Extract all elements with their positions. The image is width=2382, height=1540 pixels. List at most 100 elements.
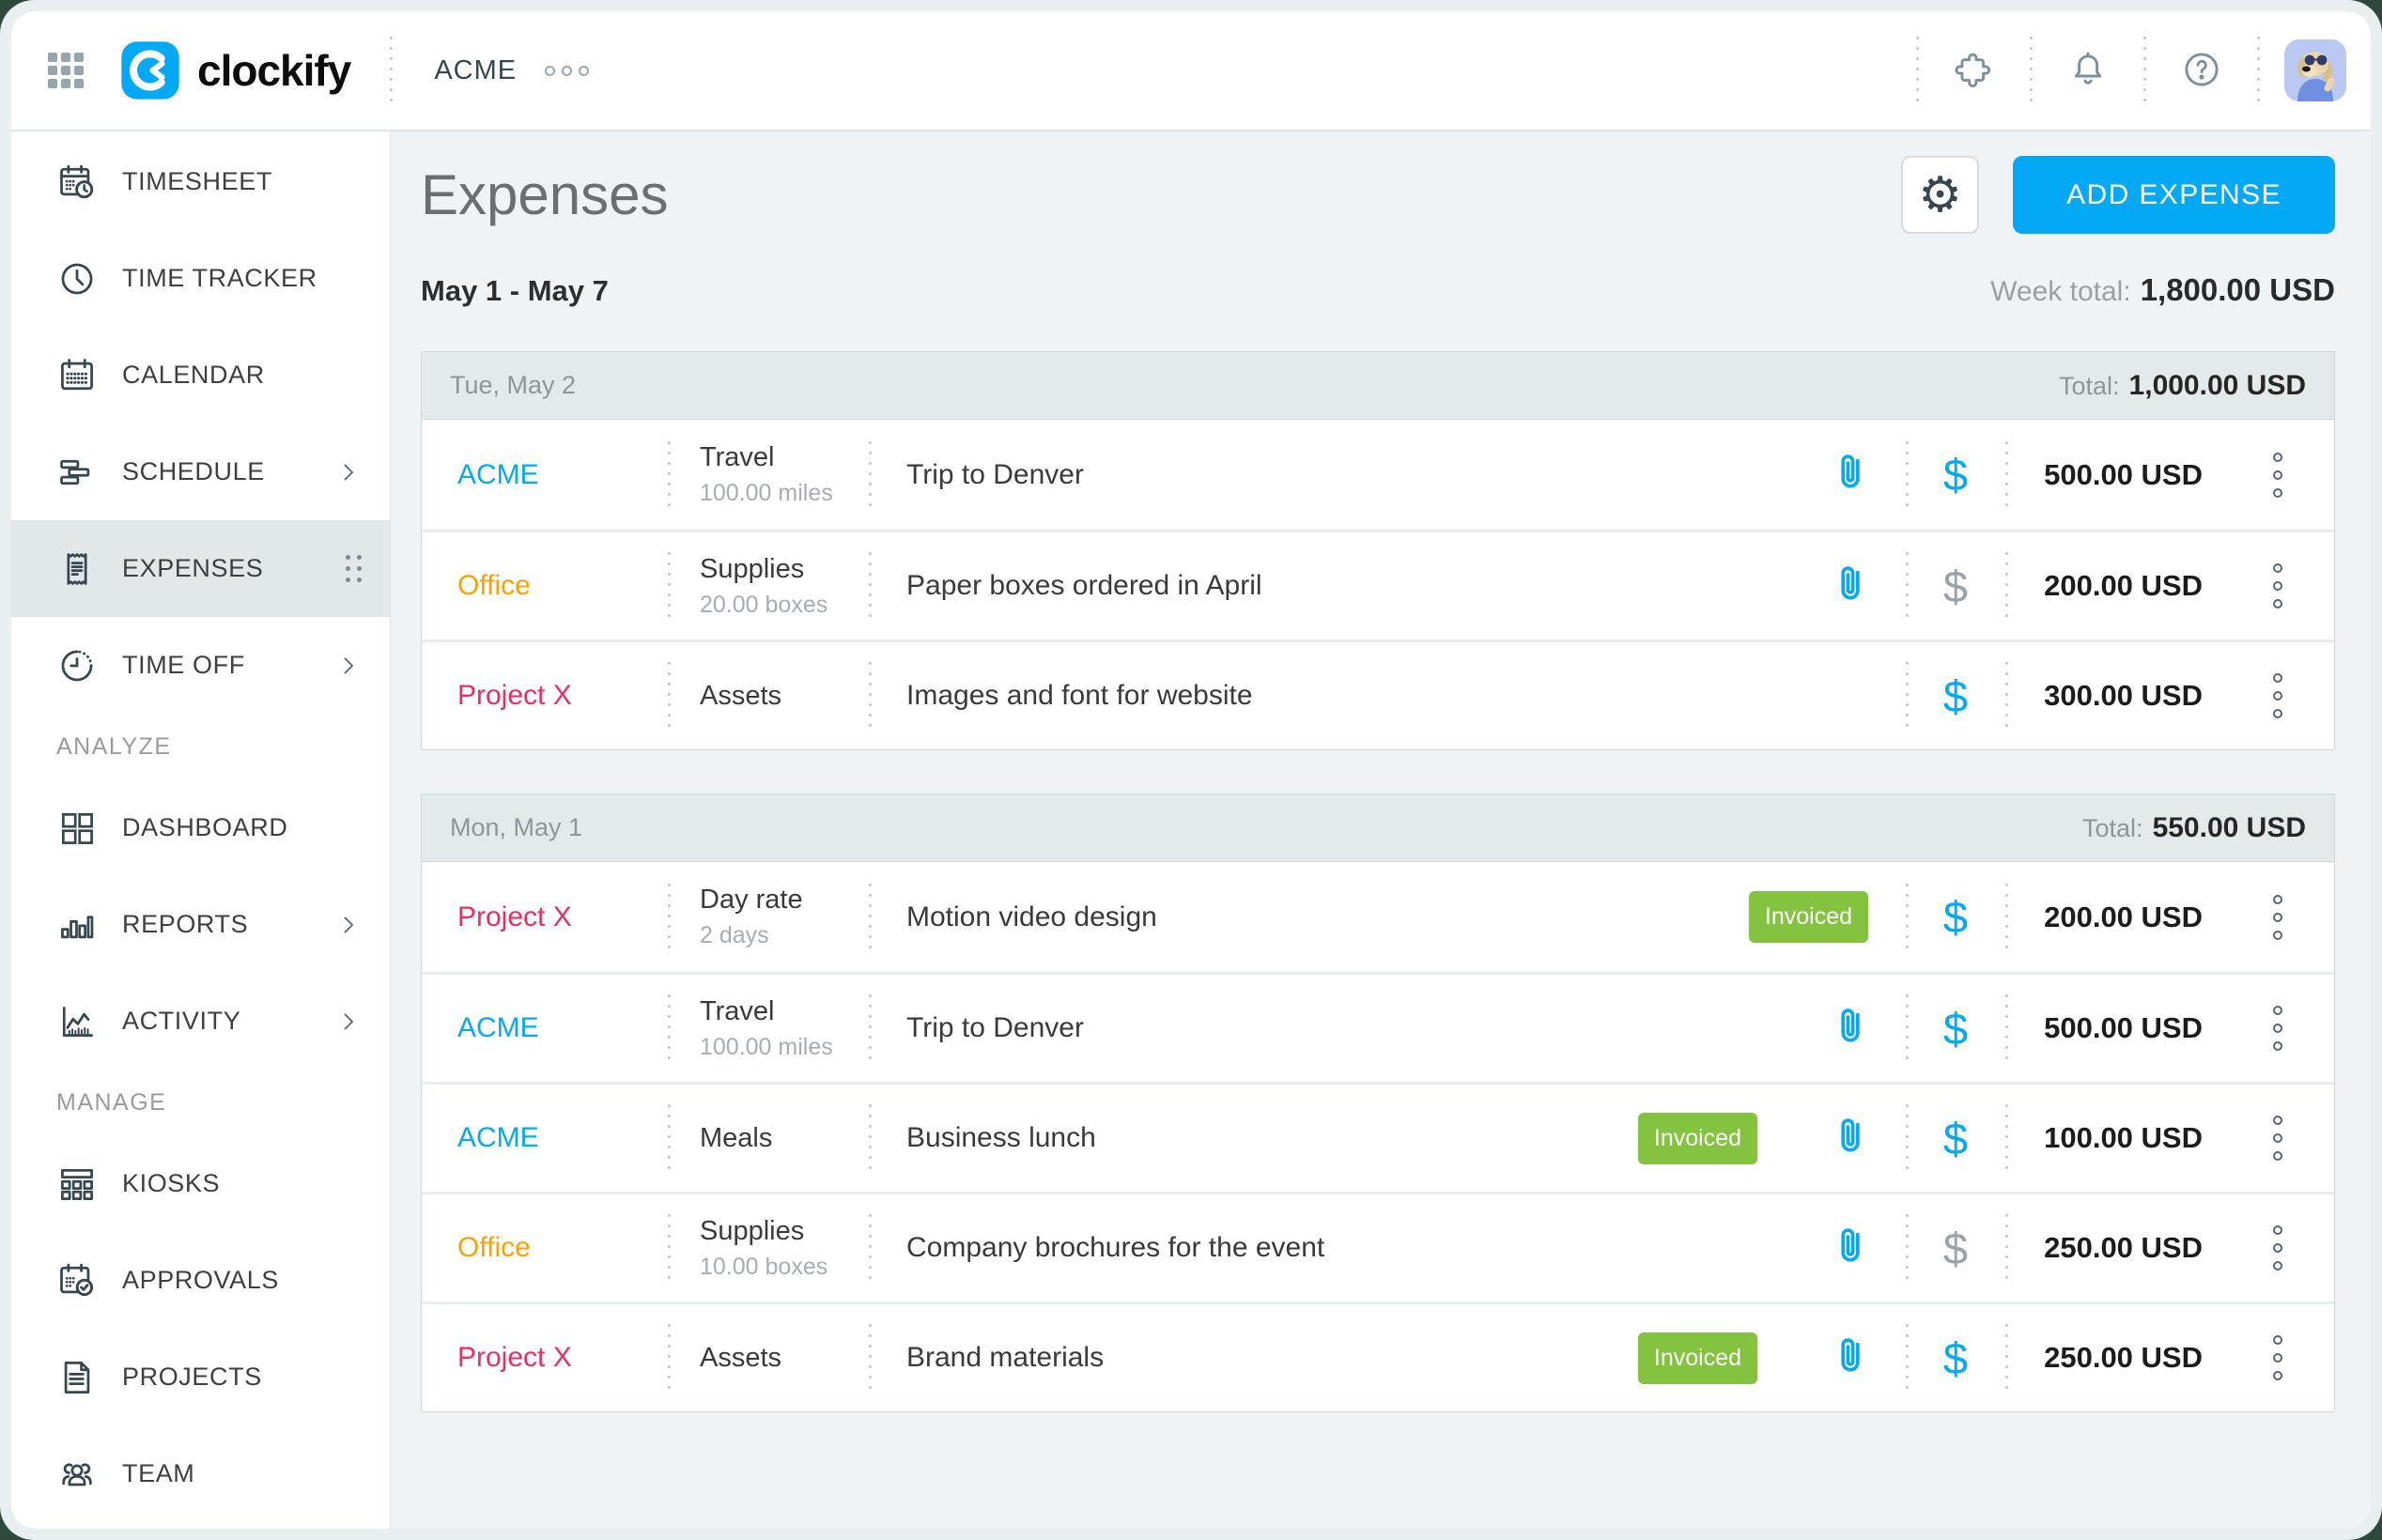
apps-grid-button[interactable] xyxy=(45,50,86,91)
client-cell: ACME xyxy=(422,1085,668,1192)
attachment-cell[interactable] xyxy=(1795,1085,1906,1192)
row-menu-button[interactable] xyxy=(2221,1194,2334,1301)
expense-row[interactable]: ACME Travel 100.00 miles Trip to Denver … xyxy=(422,420,2334,530)
expense-row[interactable]: Office Supplies 20.00 boxes Paper boxes … xyxy=(422,530,2334,639)
category-quantity: 10.00 boxes xyxy=(700,1253,828,1280)
client-name: ACME xyxy=(457,1122,539,1153)
amount-cell: 300.00 USD xyxy=(2005,642,2221,749)
row-menu-button[interactable] xyxy=(2221,420,2334,530)
amount-value: 200.00 USD xyxy=(2044,900,2203,933)
sidebar-item-reports[interactable]: REPORTS xyxy=(11,876,390,973)
billable-toggle[interactable]: $ xyxy=(1906,532,2005,639)
chevron-right-icon xyxy=(335,653,362,679)
expense-description: Company brochures for the event xyxy=(906,1232,1325,1263)
topbar-divider xyxy=(2257,33,2260,108)
row-menu-button[interactable] xyxy=(2221,862,2334,972)
dollar-icon: $ xyxy=(1942,1113,1969,1163)
attachment-cell[interactable] xyxy=(1795,420,1906,530)
sidebar-item-approvals[interactable]: APPROVALS xyxy=(11,1232,390,1329)
category-cell: Meals xyxy=(668,1085,869,1192)
sidebar-item-timesheet[interactable]: TIMESHEET xyxy=(11,133,390,230)
billable-toggle[interactable]: $ xyxy=(1906,975,2005,1082)
sidebar-item-projects[interactable]: PROJECTS xyxy=(11,1329,390,1425)
client-name: Office xyxy=(457,570,531,601)
day-total: Total: 550.00 USD xyxy=(2082,811,2306,843)
add-expense-button[interactable]: ADD EXPENSE xyxy=(2013,156,2335,234)
help-button[interactable] xyxy=(2146,33,2257,108)
billable-toggle[interactable]: $ xyxy=(1906,1304,2005,1411)
day-label: Tue, May 2 xyxy=(450,371,577,399)
sidebar-item-time-tracker[interactable]: TIME TRACKER xyxy=(11,230,390,327)
row-menu-button[interactable] xyxy=(2221,532,2334,639)
amount-value: 200.00 USD xyxy=(2044,569,2203,602)
amount-cell: 500.00 USD xyxy=(2005,420,2221,530)
dollar-icon: $ xyxy=(1942,450,1969,500)
desktop-background: clockify ACME TIMESHEET TIME TRACKER CAL… xyxy=(0,0,2382,1540)
sidebar-item-expenses[interactable]: EXPENSES xyxy=(11,520,390,617)
day-group-header: Tue, May 2 Total: 1,000.00 USD xyxy=(422,352,2334,420)
brand-wordmark: clockify xyxy=(197,46,351,95)
date-range: May 1 - May 7 xyxy=(421,274,609,307)
sidebar-item-time-off[interactable]: TIME OFF xyxy=(11,617,390,714)
bell-icon xyxy=(2066,48,2110,94)
sidebar-item-activity[interactable]: ACTIVITY xyxy=(11,973,390,1070)
description-cell: Business lunch Invoiced xyxy=(869,1085,1795,1192)
notifications-button[interactable] xyxy=(2033,33,2143,108)
billable-toggle[interactable]: $ xyxy=(1906,862,2005,972)
expense-row[interactable]: Project X Assets Brand materials Invoice… xyxy=(422,1301,2334,1411)
amount-value: 250.00 USD xyxy=(2044,1341,2203,1374)
clockify-app: clockify ACME TIMESHEET TIME TRACKER CAL… xyxy=(11,11,2371,1529)
timesheet-icon xyxy=(56,162,98,203)
client-name: ACME xyxy=(457,1012,539,1043)
drag-handle[interactable] xyxy=(346,555,362,582)
avatar[interactable] xyxy=(2284,39,2346,101)
sidebar-item-kiosks[interactable]: KIOSKS xyxy=(11,1135,390,1232)
workspace-more-button[interactable] xyxy=(541,62,593,80)
expense-row[interactable]: Project X Day rate 2 days Motion video d… xyxy=(422,862,2334,972)
expense-row[interactable]: Office Supplies 10.00 boxes Company broc… xyxy=(422,1192,2334,1301)
description-cell: Paper boxes ordered in April xyxy=(869,532,1795,639)
attachment-cell[interactable] xyxy=(1795,1304,1906,1411)
billable-toggle[interactable]: $ xyxy=(1906,642,2005,749)
client-name: Project X xyxy=(457,1342,572,1373)
paperclip-icon xyxy=(1826,1002,1875,1055)
row-menu-button[interactable] xyxy=(2221,1304,2334,1411)
schedule-icon xyxy=(56,452,98,493)
kiosks-icon xyxy=(56,1163,98,1205)
sidebar-nav: TIMESHEET TIME TRACKER CALENDAR SCHEDULE… xyxy=(11,131,390,1529)
billable-toggle[interactable]: $ xyxy=(1906,1085,2005,1192)
invoiced-badge: Invoiced xyxy=(1637,1332,1757,1384)
expense-settings-button[interactable]: ⚙ xyxy=(1901,156,1979,234)
row-menu-button[interactable] xyxy=(2221,975,2334,1082)
client-name: ACME xyxy=(457,458,539,490)
integrations-button[interactable] xyxy=(1919,33,2030,108)
row-menu-button[interactable] xyxy=(2221,642,2334,749)
expense-row[interactable]: ACME Travel 100.00 miles Trip to Denver … xyxy=(422,972,2334,1082)
billable-toggle[interactable]: $ xyxy=(1906,420,2005,530)
expense-row[interactable]: ACME Meals Business lunch Invoiced $ 100… xyxy=(422,1082,2334,1192)
sidebar-item-dashboard[interactable]: DASHBOARD xyxy=(11,779,390,876)
client-cell: ACME xyxy=(422,420,668,530)
calendar-icon xyxy=(56,355,98,396)
billable-toggle[interactable]: $ xyxy=(1906,1194,2005,1301)
category-cell: Assets xyxy=(668,1304,869,1411)
day-total-value: 550.00 USD xyxy=(2152,811,2306,843)
client-cell: Project X xyxy=(422,1304,668,1411)
row-menu-button[interactable] xyxy=(2221,1085,2334,1192)
topbar: clockify ACME xyxy=(11,11,2371,131)
sidebar-item-schedule[interactable]: SCHEDULE xyxy=(11,424,390,520)
expense-row[interactable]: Project X Assets Images and font for web… xyxy=(422,639,2334,749)
attachment-cell[interactable] xyxy=(1795,532,1906,639)
sidebar-item-calendar[interactable]: CALENDAR xyxy=(11,327,390,424)
client-cell: Project X xyxy=(422,642,668,749)
workspace-name[interactable]: ACME xyxy=(434,55,517,86)
category-quantity: 100.00 miles xyxy=(700,1033,833,1060)
attachment-cell[interactable] xyxy=(1795,975,1906,1082)
attachment-cell[interactable] xyxy=(1795,1194,1906,1301)
category-cell: Supplies 10.00 boxes xyxy=(668,1194,869,1301)
category-quantity: 2 days xyxy=(700,922,769,948)
expense-day-group: Tue, May 2 Total: 1,000.00 USD ACME Trave… xyxy=(421,351,2335,750)
sidebar-item-team[interactable]: TEAM xyxy=(11,1425,390,1522)
amount-cell: 200.00 USD xyxy=(2005,532,2221,639)
client-cell: Office xyxy=(422,1194,668,1301)
